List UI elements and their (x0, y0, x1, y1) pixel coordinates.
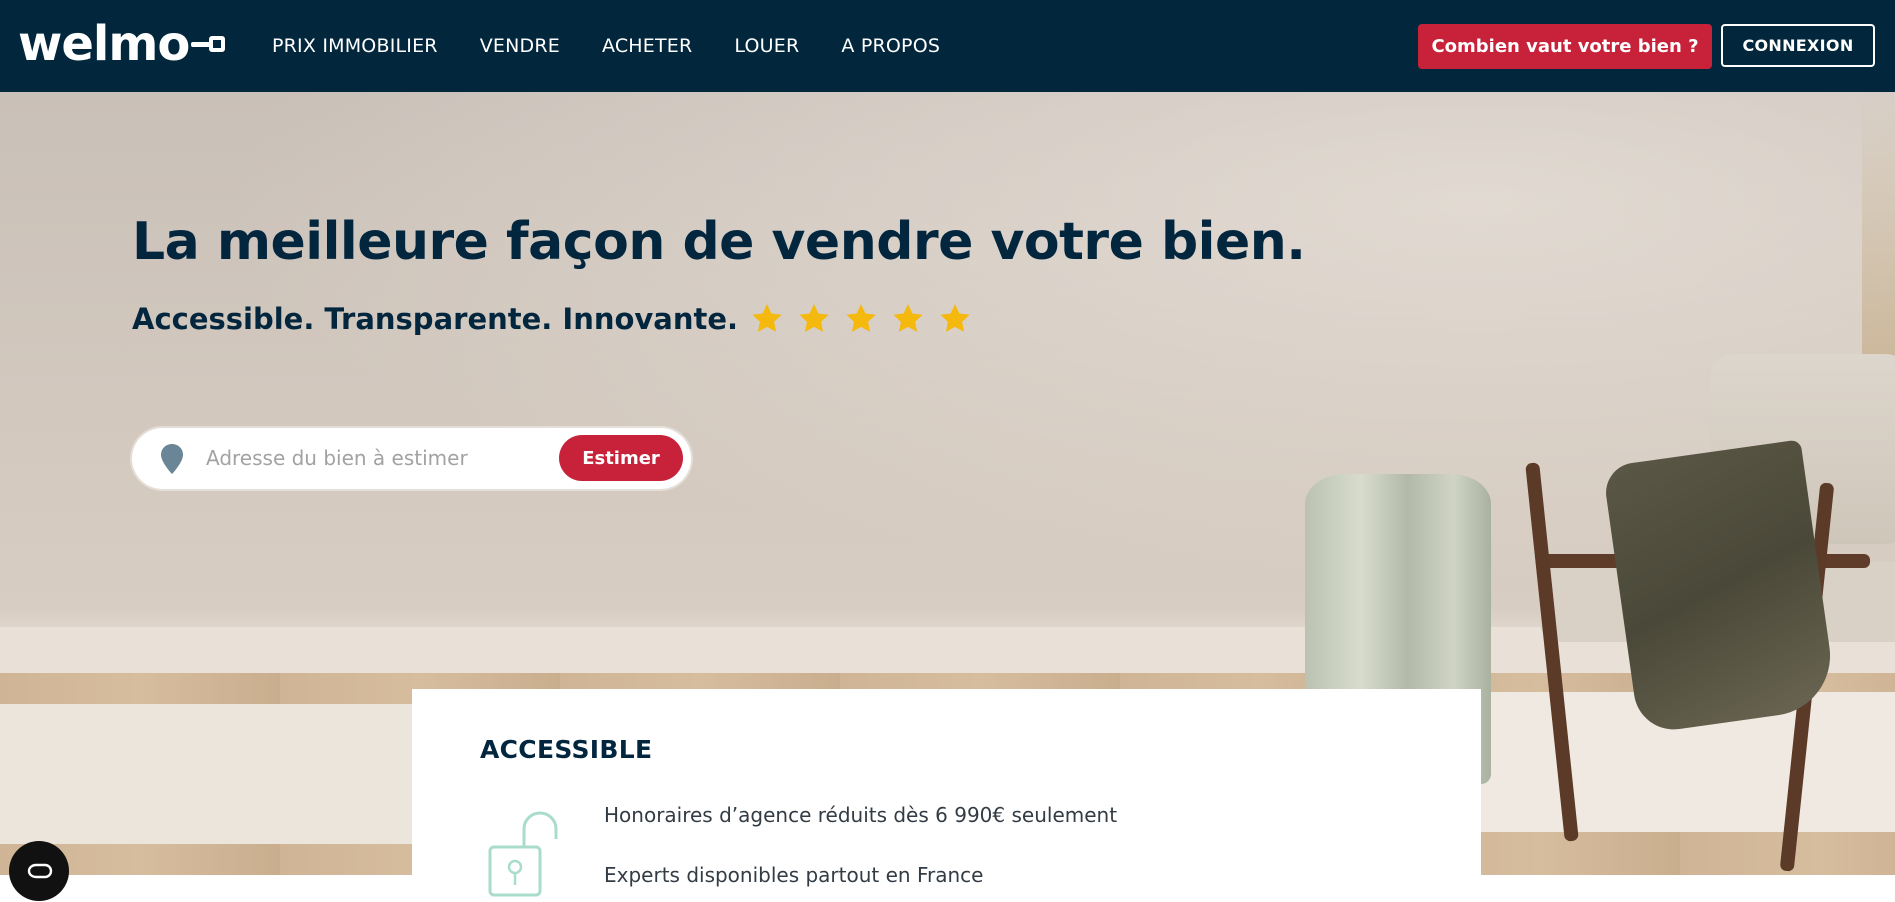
feature-card-accessible: ACCESSIBLE Honoraires d’agence réduits d… (412, 689, 1481, 902)
address-search-input[interactable] (206, 438, 566, 478)
cookie-consent-button[interactable] (9, 841, 69, 901)
card-title: ACCESSIBLE (480, 735, 653, 764)
top-navigation-bar: welmo PRIX IMMOBILIER VENDRE ACHETER LOU… (0, 0, 1895, 92)
welmo-logo[interactable]: welmo (18, 16, 226, 72)
hero-title: La meilleure façon de vendre votre bien. (132, 212, 1306, 272)
main-nav: PRIX IMMOBILIER VENDRE ACHETER LOUER A P… (272, 0, 982, 92)
estimate-property-button[interactable]: Combien vaut votre bien ? (1418, 24, 1712, 69)
star-icon (846, 304, 876, 332)
hero-subtitle-row: Accessible. Transparente. Innovante. (132, 302, 985, 336)
star-icon (940, 304, 970, 332)
feature-item: Experts disponibles partout en France (604, 863, 984, 887)
unlocked-padlock-icon (488, 811, 558, 897)
logo-text: welmo (18, 16, 190, 72)
star-icon (799, 304, 829, 332)
hero-subtitle: Accessible. Transparente. Innovante. (132, 302, 739, 336)
login-button[interactable]: CONNEXION (1721, 24, 1875, 67)
location-pin-icon (161, 444, 183, 474)
address-search-box: Estimer (132, 428, 691, 489)
feature-item: Honoraires d’agence réduits dès 6 990€ s… (604, 803, 1118, 827)
estimer-button[interactable]: Estimer (559, 435, 683, 481)
rating-stars (750, 302, 985, 336)
nav-vendre[interactable]: VENDRE (480, 35, 560, 57)
key-icon (191, 34, 226, 54)
hero-background-plant (1862, 92, 1895, 392)
hero-background-throw-blanket (1602, 439, 1838, 735)
star-icon (893, 304, 923, 332)
nav-prix-immobilier[interactable]: PRIX IMMOBILIER (272, 35, 438, 57)
cookie-consent-icon (27, 863, 53, 879)
nav-a-propos[interactable]: A PROPOS (841, 35, 940, 57)
nav-acheter[interactable]: ACHETER (602, 35, 692, 57)
nav-louer[interactable]: LOUER (734, 35, 799, 57)
star-icon (752, 304, 782, 332)
